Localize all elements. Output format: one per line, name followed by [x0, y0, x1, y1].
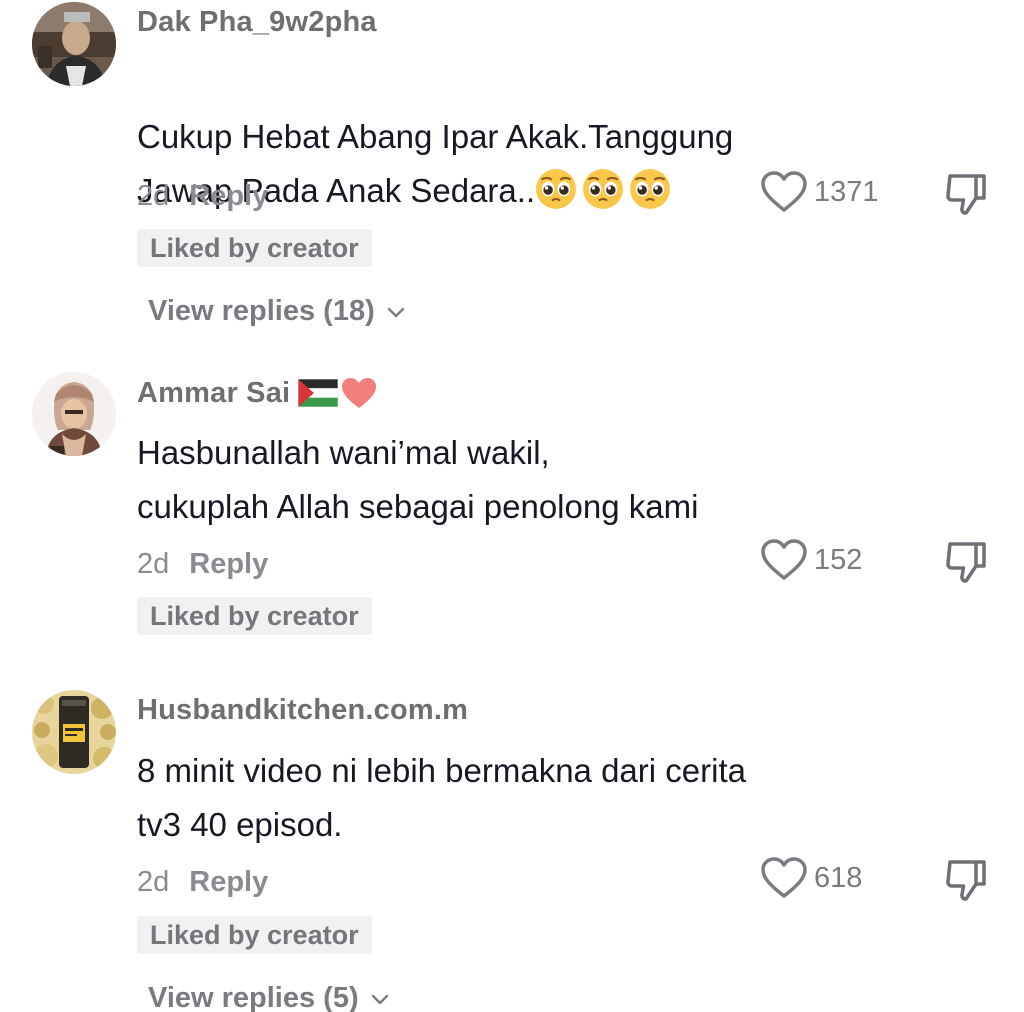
- like-count: 1371: [814, 175, 879, 208]
- comment-text: 8 minit video ni lebih bermakna dari cer…: [137, 752, 746, 843]
- comment-meta: 2d Reply: [137, 180, 268, 213]
- comment-item: Ammar Sai Hasbunallah wani’mal wakil, cu…: [0, 370, 1024, 660]
- avatar[interactable]: [32, 690, 116, 774]
- thumbs-down-icon: [946, 174, 986, 215]
- like-count: 618: [814, 861, 863, 894]
- like-button[interactable]: 618: [760, 856, 862, 900]
- comment-age: 2d: [137, 548, 170, 580]
- avatar-photo: [32, 2, 116, 86]
- emoji-group: [535, 169, 671, 209]
- heart-outline-icon: [761, 857, 807, 898]
- view-replies-button[interactable]: View replies (5): [148, 982, 391, 1012]
- pleading-face-emoji: [630, 169, 671, 209]
- thumbs-down-icon: [946, 860, 986, 901]
- like-button[interactable]: 152: [760, 538, 862, 582]
- comment-meta: 2d Reply: [137, 866, 268, 899]
- avatar-photo: [32, 690, 116, 774]
- dislike-button[interactable]: [942, 538, 990, 586]
- palestine-flag-emoji: [298, 379, 339, 407]
- avatar[interactable]: [32, 2, 116, 86]
- liked-by-creator-badge: Liked by creator: [137, 229, 372, 267]
- dislike-button[interactable]: [942, 170, 990, 218]
- comment-username[interactable]: Dak Pha_9w2pha: [137, 6, 377, 39]
- dislike-button[interactable]: [942, 856, 990, 904]
- chevron-down-icon: [387, 307, 404, 317]
- avatar[interactable]: [32, 372, 116, 456]
- comment-item: Dak Pha_9w2pha Cukup Hebat Abang Ipar Ak…: [0, 0, 1024, 350]
- comment-username[interactable]: Ammar Sai: [137, 376, 378, 410]
- chevron-down-icon: [371, 994, 388, 1004]
- liked-by-creator-badge: Liked by creator: [137, 916, 372, 954]
- heart-outline-icon: [761, 539, 807, 580]
- reply-button[interactable]: Reply: [189, 866, 268, 899]
- reply-button[interactable]: Reply: [189, 180, 268, 213]
- comment-item: Husbandkitchen.com.m 8 minit video ni le…: [0, 688, 1024, 1012]
- comment-age: 2d: [137, 866, 170, 898]
- like-button[interactable]: 1371: [760, 170, 879, 214]
- like-count: 152: [814, 543, 863, 576]
- comment-username[interactable]: Husbandkitchen.com.m: [137, 694, 468, 727]
- red-heart-emoji: [342, 378, 377, 408]
- pleading-face-emoji: [536, 169, 577, 209]
- avatar-photo: [32, 372, 116, 456]
- comment-text: Hasbunallah wani’mal wakil, cukuplah All…: [137, 434, 699, 525]
- liked-by-creator-badge: Liked by creator: [137, 597, 372, 635]
- comment-meta: 2d Reply: [137, 548, 268, 581]
- heart-outline-icon: [761, 171, 807, 212]
- thumbs-down-icon: [946, 542, 986, 583]
- comments-panel: Dak Pha_9w2pha Cukup Hebat Abang Ipar Ak…: [0, 0, 1024, 1012]
- view-replies-button[interactable]: View replies (18): [148, 295, 407, 328]
- reply-button[interactable]: Reply: [189, 548, 268, 581]
- comment-age: 2d: [137, 180, 170, 212]
- pleading-face-emoji: [583, 169, 624, 209]
